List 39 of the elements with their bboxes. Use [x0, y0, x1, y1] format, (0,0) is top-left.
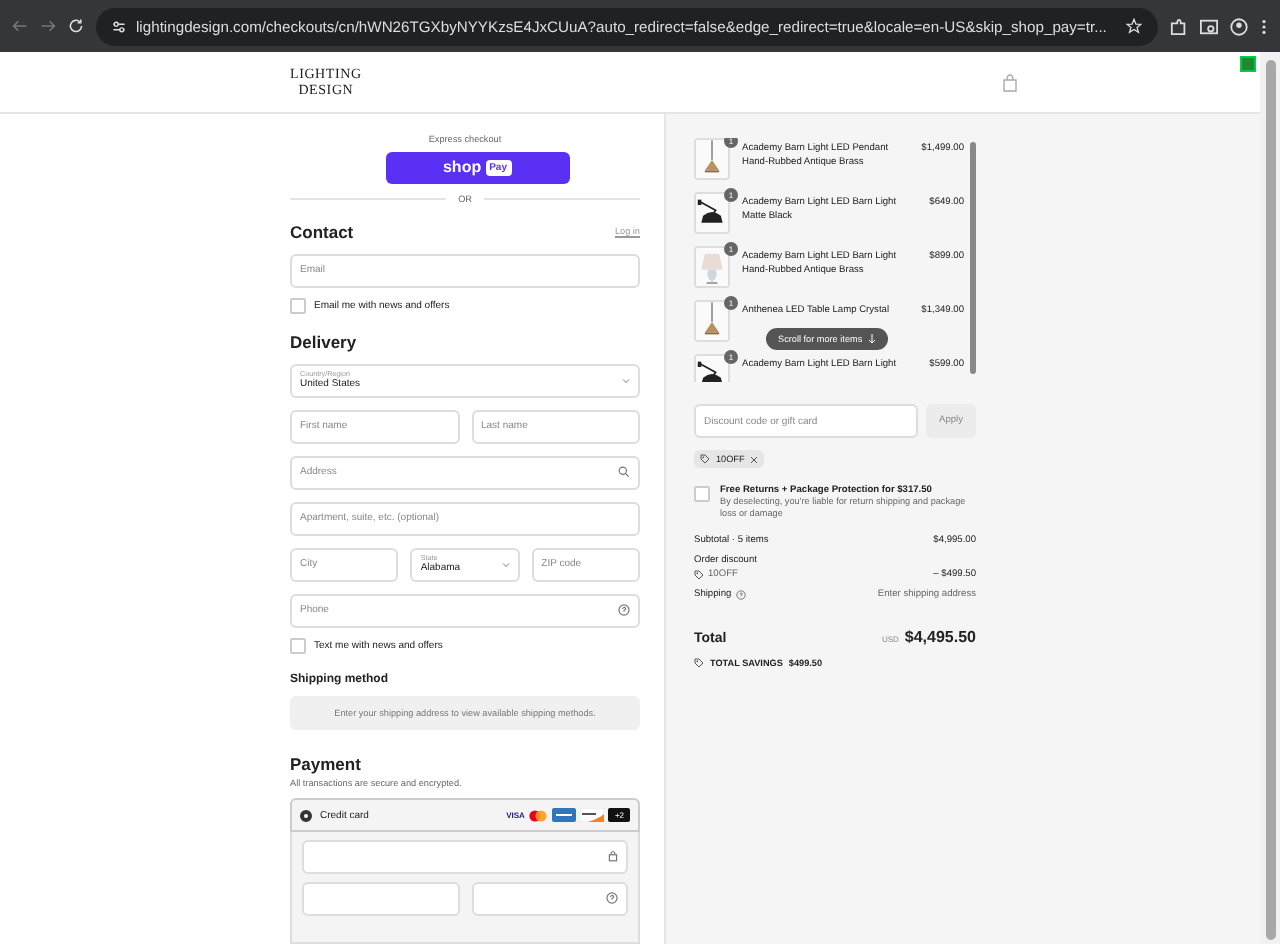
remove-icon[interactable]: [750, 455, 759, 463]
page-scrollbar[interactable]: [1265, 60, 1275, 940]
security-code-field[interactable]: [471, 881, 628, 916]
total-value: $4,495.50: [904, 628, 976, 646]
help-icon: [606, 892, 618, 905]
search-icon: [618, 466, 630, 479]
tag-icon: [694, 570, 704, 580]
site-info-icon: [112, 19, 126, 33]
section-title: Payment: [290, 754, 361, 775]
forward-icon[interactable]: [40, 18, 56, 34]
back-icon[interactable]: [12, 18, 28, 34]
scrollbar[interactable]: [970, 142, 976, 374]
checkbox[interactable]: [694, 486, 710, 502]
extension-indicator: [1240, 56, 1256, 72]
tag-icon: [700, 454, 710, 464]
reload-icon[interactable]: [68, 18, 84, 34]
expiry-field[interactable]: [302, 881, 459, 916]
lock-icon: [608, 850, 618, 863]
mastercard-logo: [528, 809, 549, 822]
menu-icon[interactable]: [1260, 17, 1268, 35]
tag-icon: [694, 658, 704, 668]
checkbox[interactable]: [290, 637, 306, 654]
amex-logo: [552, 808, 577, 823]
card-number-field[interactable]: [302, 839, 628, 874]
radio-button[interactable]: [300, 809, 312, 822]
caret-icon: [622, 377, 630, 384]
caret-icon: [501, 561, 510, 568]
puzzle-icon[interactable]: [1170, 17, 1188, 35]
help-icon: [735, 590, 746, 600]
help-icon: [618, 604, 630, 617]
section-title: Contact: [290, 221, 354, 242]
down-arrow-icon: [868, 334, 877, 344]
checkbox[interactable]: [290, 297, 306, 314]
tab-search-icon[interactable]: [1200, 17, 1218, 35]
section-title: Delivery: [290, 331, 357, 352]
star-icon[interactable]: [1126, 18, 1142, 34]
discover-logo: [580, 808, 605, 823]
bag-icon[interactable]: [1001, 73, 1018, 91]
profile-icon[interactable]: [1230, 17, 1248, 35]
